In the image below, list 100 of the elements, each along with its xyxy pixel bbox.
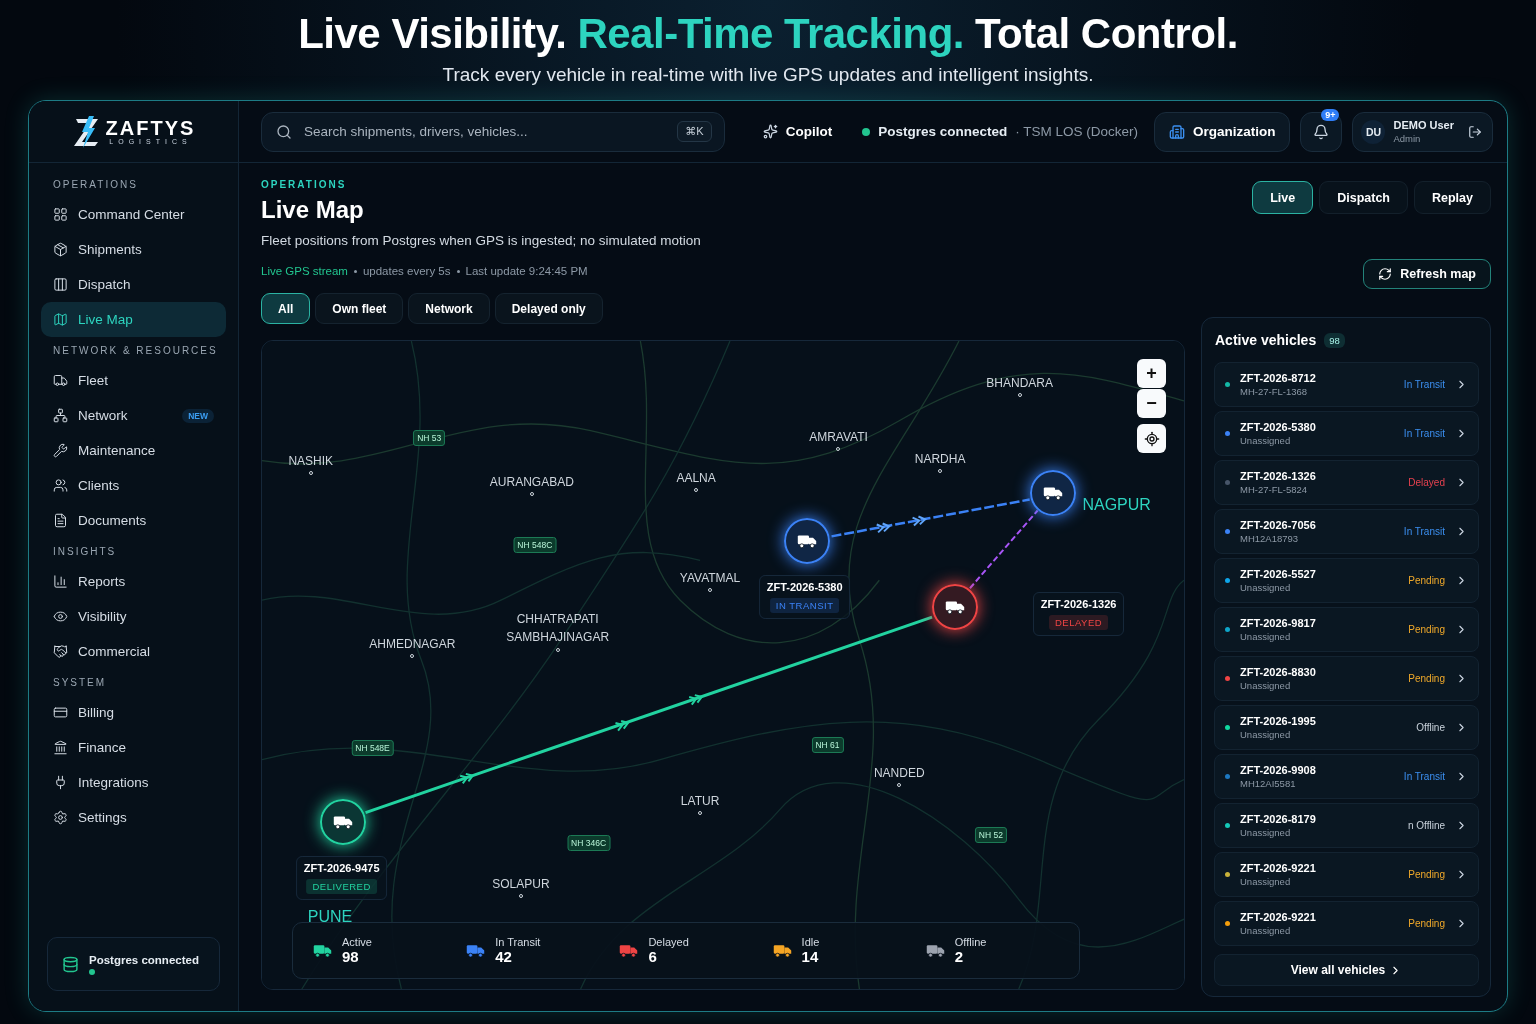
organization-button[interactable]: Organization [1153, 111, 1291, 152]
sidebar-item[interactable]: Billing [41, 695, 226, 730]
sidebar-item[interactable]: Network NEW [41, 398, 226, 433]
vehicle-row[interactable]: ZFT-2026-8830 Unassigned Pending [1214, 656, 1479, 701]
sidebar-item[interactable]: Commercial [41, 634, 226, 669]
locate-icon [1143, 430, 1160, 447]
filter-chip[interactable]: All [261, 293, 311, 324]
vehicle-marker[interactable] [319, 798, 366, 845]
user-avatar: DU [1361, 119, 1386, 144]
locate-button[interactable] [1137, 424, 1166, 453]
mode-tab[interactable]: Dispatch [1319, 181, 1408, 214]
notifications-button[interactable]: 9+ [1300, 111, 1343, 152]
vehicle-row[interactable]: ZFT-2026-8712 MH-27-FL-1368 In Transit [1214, 362, 1479, 407]
building-icon [1168, 123, 1185, 140]
refresh-button[interactable]: Refresh map [1363, 259, 1491, 289]
sidebar-item[interactable]: Integrations [41, 765, 226, 800]
vehicle-marker[interactable] [1029, 469, 1076, 516]
card-icon [53, 705, 68, 720]
truck-icon [332, 813, 353, 830]
highway-tag: NH 346C [567, 835, 611, 852]
sidebar-item[interactable]: Finance [41, 730, 226, 765]
search-icon [276, 123, 292, 140]
vehicle-id: ZFT-2026-1326 [1040, 598, 1117, 611]
sidebar-item[interactable]: Clients [41, 468, 226, 503]
vehicle-plate: Unassigned [1240, 827, 1292, 838]
user-card[interactable]: DU DEMO User Admin [1352, 111, 1493, 152]
vehicle-row[interactable]: ZFT-2026-9221 Unassigned Pending [1214, 901, 1479, 946]
sidebar-item[interactable]: Maintenance [41, 433, 226, 468]
vehicle-id: ZFT-2026-5380 [766, 581, 843, 594]
wrench-icon [53, 443, 68, 458]
vehicle-plate: Unassigned [1240, 729, 1292, 740]
vehicle-row[interactable]: ZFT-2026-9221 Unassigned Pending [1214, 852, 1479, 897]
sidebar-item[interactable]: Command Center [41, 197, 226, 232]
network-icon [53, 408, 68, 423]
mode-tab[interactable]: Live [1252, 181, 1314, 214]
stat-label: Offline [954, 936, 987, 948]
sidebar-item[interactable]: Live Map [41, 302, 226, 337]
vehicle-status: In Transit [1403, 771, 1445, 782]
sidebar-item[interactable]: Visibility [41, 599, 226, 634]
truck-icon [53, 373, 68, 388]
vehicle-status: Pending [1408, 918, 1445, 929]
vehicle-plate: MH-27-FL-5824 [1240, 484, 1309, 495]
vehicle-status: In Transit [1403, 428, 1445, 439]
vehicle-row[interactable]: ZFT-2026-5380 Unassigned In Transit [1214, 411, 1479, 456]
vehicle-plate: MH12A18793 [1240, 533, 1300, 544]
mode-tab[interactable]: Replay [1414, 181, 1491, 214]
view-all-button[interactable]: View all vehicles [1214, 954, 1479, 986]
city-label: CHHATRAPATI SAMBHAJINAGAR [505, 611, 611, 647]
search-input[interactable]: Search shipments, drivers, vehicles... [302, 123, 668, 140]
city-label: NARDHA [914, 450, 966, 468]
vehicle-plate: Unassigned [1240, 680, 1292, 691]
vehicle-id: ZFT-2026-9908 [1240, 764, 1317, 776]
columns-icon [53, 277, 68, 292]
search-box[interactable]: Search shipments, drivers, vehicles... ⌘K [261, 111, 725, 152]
last-update: Last update 9:24:45 PM [465, 265, 588, 277]
sidebar-item[interactable]: Documents [41, 503, 226, 538]
logout-icon[interactable] [1468, 124, 1482, 139]
copilot-button[interactable]: Copilot [750, 111, 845, 152]
vehicle-status: n Offline [1407, 820, 1445, 831]
stat-value: 42 [495, 948, 513, 965]
vehicle-id: ZFT-2026-8712 [1240, 372, 1317, 384]
vehicle-plate: Unassigned [1240, 435, 1292, 446]
vehicle-row[interactable]: ZFT-2026-1995 Unassigned Offline [1214, 705, 1479, 750]
vehicle-plate: Unassigned [1240, 631, 1292, 642]
new-badge: NEW [182, 408, 214, 423]
vehicle-row[interactable]: ZFT-2026-9817 Unassigned Pending [1214, 607, 1479, 652]
truck-icon [925, 942, 945, 959]
box-icon [53, 242, 68, 257]
city-label: NANDED [873, 764, 925, 782]
section-title: OPERATIONS [53, 179, 139, 192]
filter-chip[interactable]: Own fleet [315, 293, 404, 324]
sidebar-item[interactable]: Dispatch [41, 267, 226, 302]
sidebar-item[interactable]: Shipments [41, 232, 226, 267]
section-title: SYSTEM [53, 677, 108, 690]
refresh-icon [1378, 267, 1393, 281]
vehicle-row[interactable]: ZFT-2026-5527 Unassigned Pending [1214, 558, 1479, 603]
vehicle-status: Pending [1408, 673, 1445, 684]
filter-chip[interactable]: Delayed only [494, 293, 603, 324]
stat-value: 6 [648, 948, 658, 965]
vehicle-id: ZFT-2026-5380 [1240, 421, 1317, 433]
user-name: DEMO User [1393, 117, 1454, 132]
vehicle-row[interactable]: ZFT-2026-1326 MH-27-FL-5824 Delayed [1214, 460, 1479, 505]
sidebar-item[interactable]: Settings [41, 800, 226, 835]
vehicle-status: DELIVERED [306, 879, 377, 895]
sidebar-item[interactable]: Reports [41, 564, 226, 599]
city-label: SOLAPUR [492, 876, 550, 894]
filter-chip[interactable]: Network [408, 293, 490, 324]
vehicle-id: ZFT-2026-9475 [303, 862, 380, 875]
vehicle-status: Offline [1416, 722, 1445, 733]
vehicle-row[interactable]: ZFT-2026-8179 Unassigned n Offline [1214, 803, 1479, 848]
vehicle-marker[interactable] [932, 584, 978, 631]
sidebar-item[interactable]: Fleet [41, 363, 226, 398]
zoom-out-button[interactable]: − [1137, 389, 1166, 418]
zoom-in-button[interactable]: + [1137, 359, 1166, 388]
vehicle-row[interactable]: ZFT-2026-7056 MH12A18793 In Transit [1214, 509, 1479, 554]
city-label: AMRAVATI [809, 428, 868, 446]
city-label: LATUR [680, 792, 720, 810]
vehicle-marker[interactable] [783, 518, 830, 565]
vehicle-id: ZFT-2026-5527 [1240, 568, 1317, 580]
vehicle-row[interactable]: ZFT-2026-9908 MH12AI5581 In Transit [1214, 754, 1479, 799]
